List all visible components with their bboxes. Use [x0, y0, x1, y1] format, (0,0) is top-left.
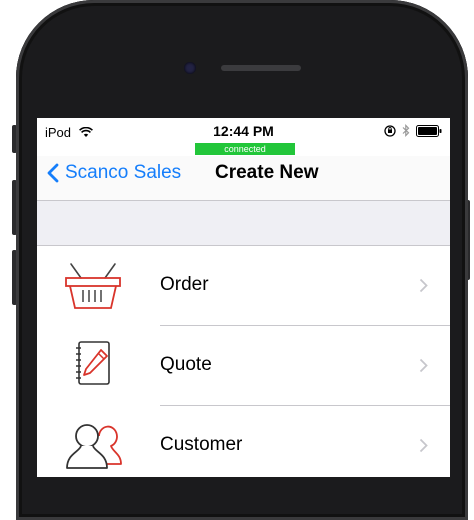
front-camera	[184, 62, 196, 74]
back-button[interactable]: Scanco Sales	[47, 162, 181, 184]
create-options-list: Order Quote Customer	[37, 246, 450, 477]
notepad-pencil-icon	[76, 341, 110, 385]
app-screen: iPod 12:44 PM connected Scanco Sales Cre…	[37, 118, 450, 477]
navigation-bar: Scanco Sales Create New	[37, 156, 450, 201]
shopping-basket-icon	[65, 263, 121, 309]
earpiece-speaker	[221, 65, 301, 71]
chevron-left-icon	[47, 163, 59, 183]
section-header	[37, 201, 450, 246]
list-item-customer[interactable]: Customer	[37, 406, 450, 477]
list-item-label: Quote	[160, 354, 212, 375]
status-indicators	[384, 124, 442, 137]
chevron-right-icon	[419, 278, 428, 293]
page-title: Create New	[215, 162, 319, 183]
chevron-right-icon	[419, 438, 428, 453]
list-item-order[interactable]: Order	[37, 246, 450, 326]
orientation-lock-icon	[384, 124, 396, 137]
people-icon	[66, 424, 122, 469]
battery-icon	[416, 124, 442, 137]
list-item-quote[interactable]: Quote	[37, 326, 450, 406]
connection-status-badge: connected	[195, 143, 295, 155]
back-button-label: Scanco Sales	[65, 162, 182, 183]
bluetooth-icon	[402, 124, 410, 137]
list-item-label: Customer	[160, 434, 243, 455]
status-bar: iPod 12:44 PM	[37, 118, 450, 144]
list-item-label: Order	[160, 274, 209, 295]
chevron-right-icon	[419, 358, 428, 373]
